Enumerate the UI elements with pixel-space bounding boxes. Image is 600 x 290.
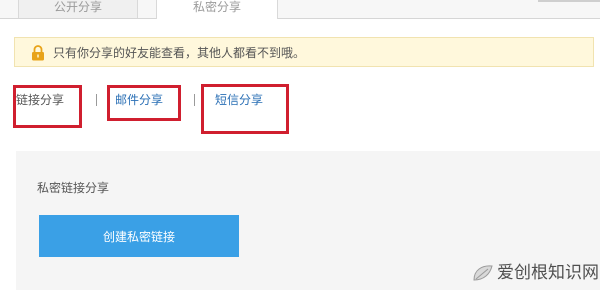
create-private-link-button[interactable]: 创建私密链接 (39, 215, 239, 257)
link-share-option[interactable]: 链接分享 (16, 92, 64, 108)
top-divider (538, 0, 600, 2)
mail-share-option[interactable]: 邮件分享 (115, 92, 163, 108)
privacy-notice: 只有你分享的好友能查看，其他人都看不到哦。 (14, 37, 594, 67)
separator (194, 94, 195, 106)
tab-public-share[interactable]: 公开分享 (18, 0, 138, 18)
panel-title: 私密链接分享 (37, 181, 110, 195)
watermark-text: 爱创根知识网 (497, 263, 599, 283)
tab-private-share[interactable]: 私密分享 (156, 0, 278, 19)
watermark-logo-icon (470, 262, 496, 284)
notice-text: 只有你分享的好友能查看，其他人都看不到哦。 (53, 46, 306, 60)
share-tab-bar: 公开分享 私密分享 (0, 0, 600, 19)
lock-icon (31, 45, 45, 61)
separator (96, 94, 97, 106)
sms-share-option[interactable]: 短信分享 (215, 92, 263, 108)
